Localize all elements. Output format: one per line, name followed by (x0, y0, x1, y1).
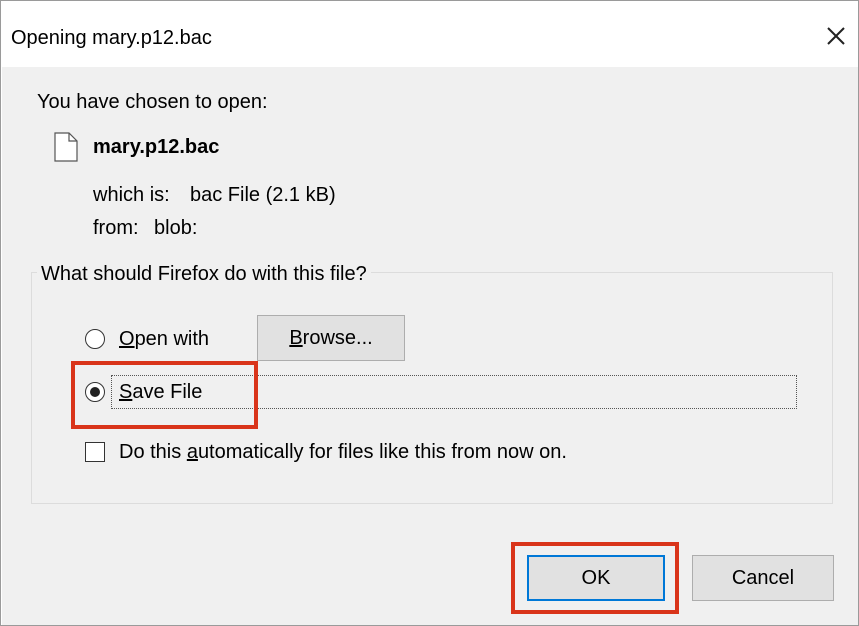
save-file-radio-dot (90, 387, 100, 397)
open-with-label-rest: pen with (134, 328, 210, 350)
file-type-value: bac File (2.1 kB) (190, 184, 336, 206)
from-value: blob: (154, 217, 198, 239)
browse-label-rest: rowse... (302, 326, 373, 349)
action-group-legend: What should Firefox do with this file? (37, 263, 371, 285)
file-icon (54, 132, 78, 167)
dialog-title: Opening mary.p12.bac (11, 27, 212, 49)
ok-button[interactable]: OK (527, 555, 665, 601)
save-file-mnemonic: S (119, 381, 133, 403)
cancel-button[interactable]: Cancel (692, 555, 834, 601)
from-label: from: (93, 217, 139, 239)
save-file-focus-rect (111, 375, 797, 409)
download-dialog: Opening mary.p12.bac You have chosen to … (0, 0, 859, 626)
browse-button[interactable]: Browse... (257, 315, 405, 361)
save-file-radio[interactable] (85, 382, 105, 402)
open-with-label[interactable]: Open with (119, 328, 209, 350)
save-file-label[interactable]: Save File (119, 381, 202, 403)
close-icon[interactable] (823, 23, 849, 49)
open-with-mnemonic: O (119, 328, 135, 350)
auto-checkbox-label[interactable]: Do this automatically for files like thi… (119, 441, 567, 463)
auto-label-pre: Do this (119, 441, 187, 463)
auto-checkbox[interactable] (85, 442, 105, 462)
open-with-radio[interactable] (85, 329, 105, 349)
save-file-label-rest: ave File (132, 381, 203, 403)
which-is-label: which is: (93, 184, 170, 206)
auto-label-mnemonic: a (186, 441, 198, 463)
chosen-to-open-label: You have chosen to open: (37, 91, 268, 113)
auto-label-post: utomatically for files like this from no… (197, 441, 567, 463)
browse-mnemonic: B (289, 326, 303, 349)
title-bar: Opening mary.p12.bac (1, 1, 858, 66)
file-name: mary.p12.bac (93, 136, 220, 158)
